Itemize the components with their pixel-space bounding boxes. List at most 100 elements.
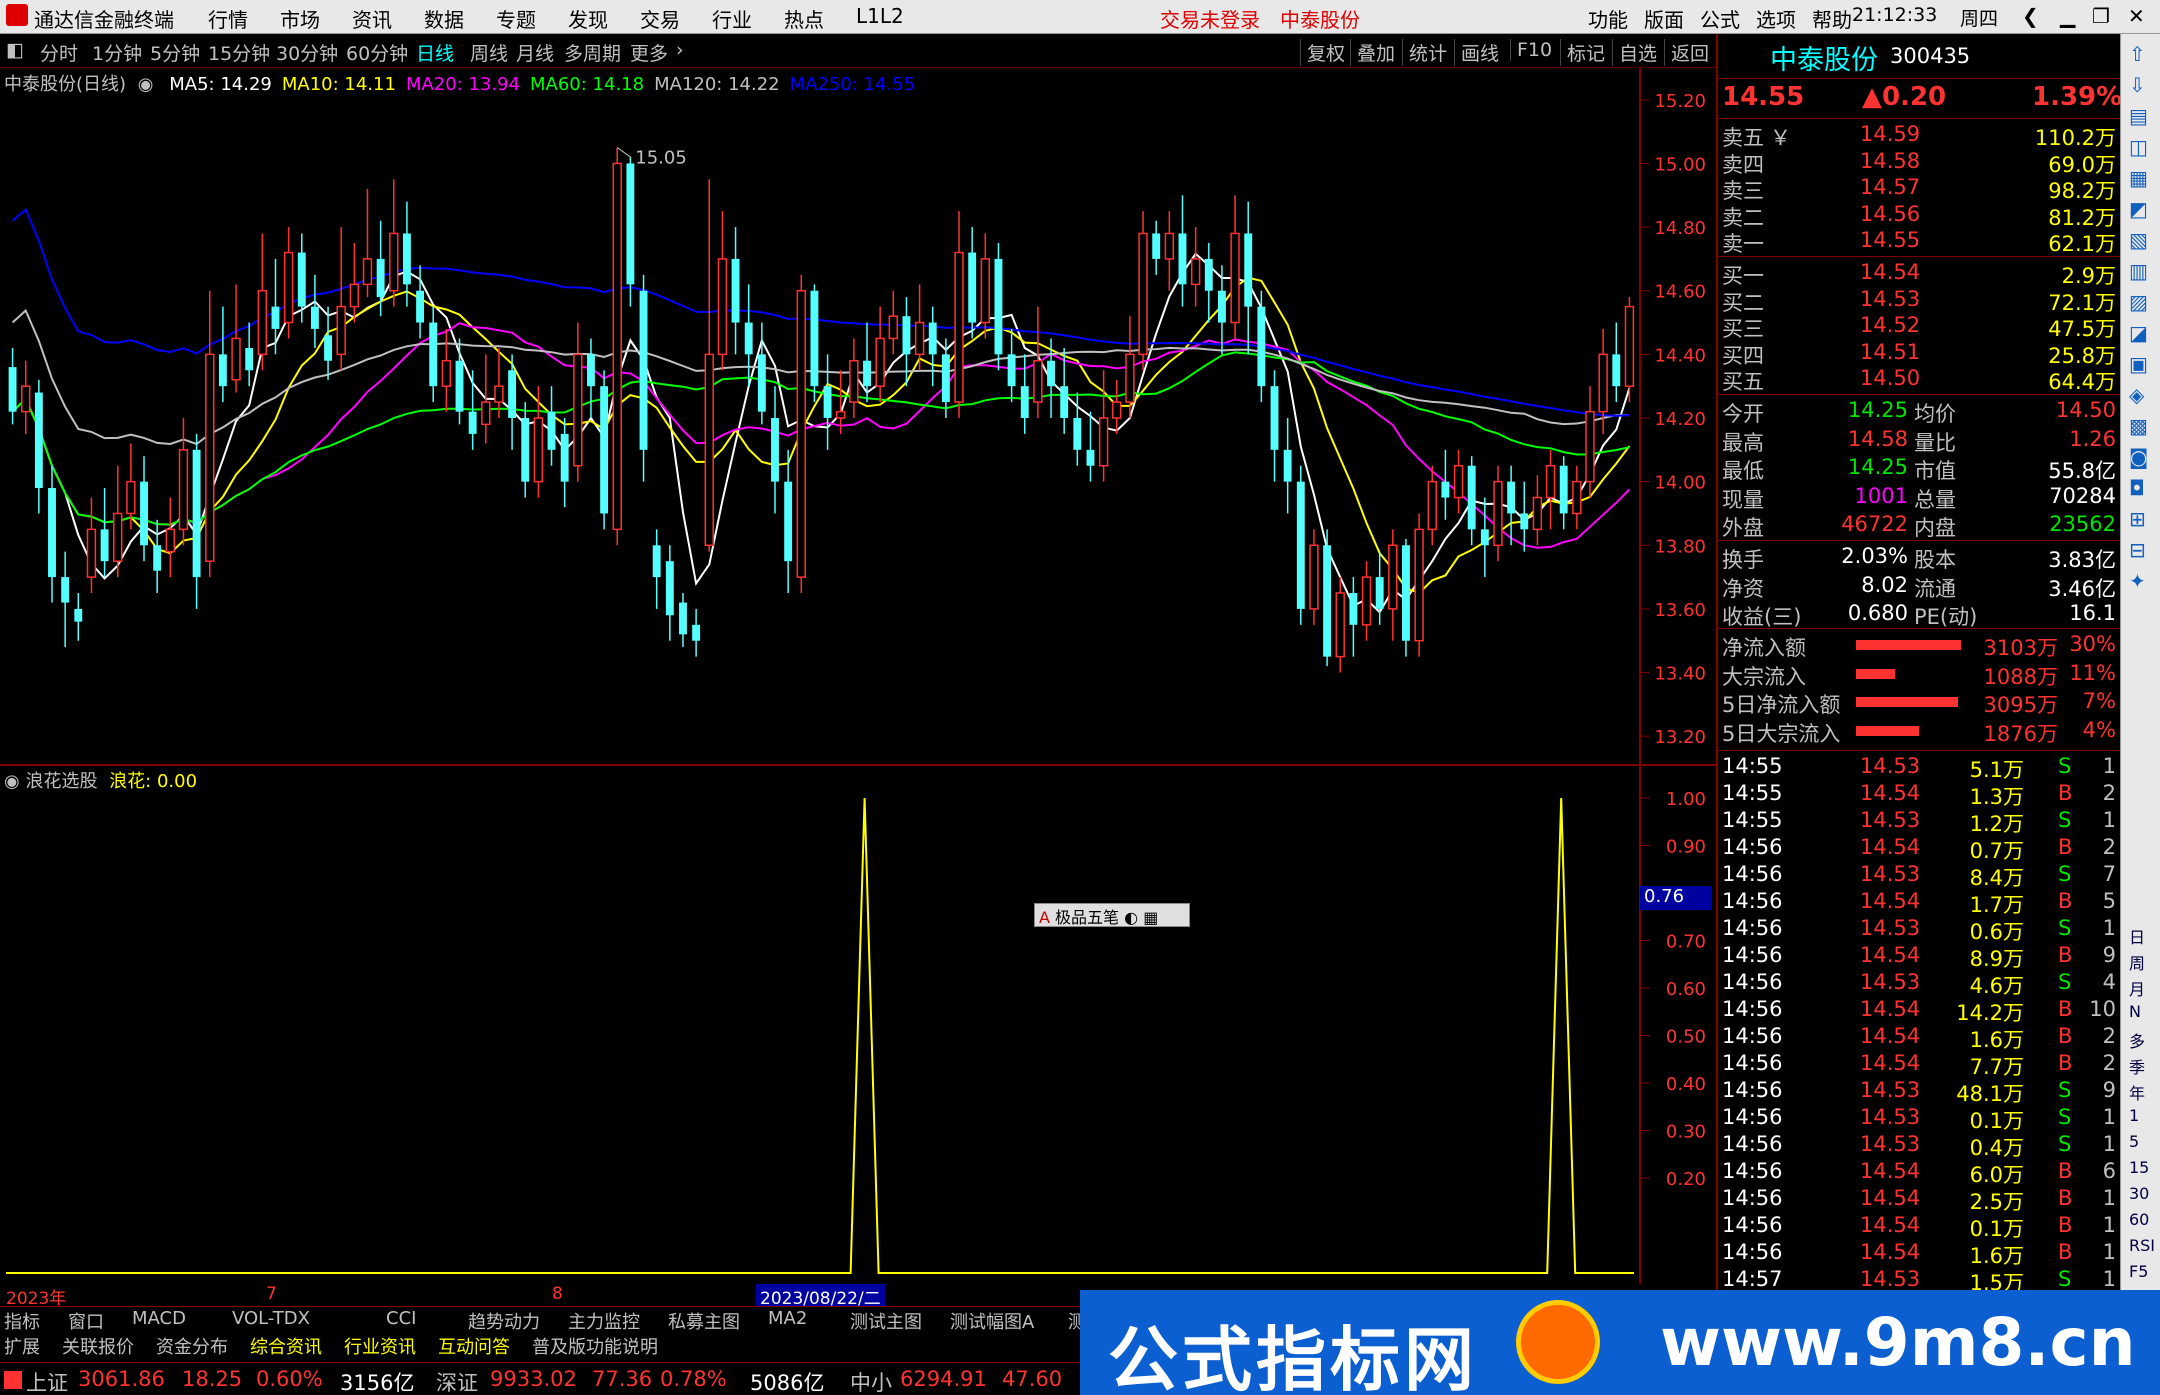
indicator-tab[interactable]: 测试主图 [850,1308,922,1334]
side-tool-icon[interactable]: ▤ [2129,104,2148,128]
menu-item[interactable]: 热点 [784,4,824,33]
side-tool-icon[interactable]: ▦ [2129,166,2148,190]
period-tab[interactable]: 日线 [416,39,454,66]
period-tab[interactable]: 15分钟 [208,39,270,66]
menu-item[interactable]: 资讯 [352,4,392,33]
bid-row[interactable]: 买四 14.51 25.8万 [1718,340,2120,368]
menu-item[interactable]: 数据 [424,4,464,33]
extension-tab[interactable]: 资金分布 [156,1333,228,1359]
period-tab[interactable]: 周线 [470,39,508,66]
close-icon[interactable]: ✕ [2128,4,2145,28]
extension-tab[interactable]: 普及版功能说明 [532,1333,658,1359]
tool-button[interactable]: 画线 [1454,39,1499,66]
period-tab[interactable]: 分时 [40,39,78,66]
side-period-button[interactable]: 多 [2129,1028,2145,1052]
legend-toggle-icon[interactable]: ◉ [138,74,154,95]
side-tool-icon[interactable]: ⇧ [2129,42,2146,66]
ask-row[interactable]: 卖四 14.58 69.0万 [1718,149,2120,177]
menu-right-item[interactable]: 帮助 [1812,4,1852,33]
side-period-button[interactable]: 60 [2129,1210,2149,1229]
tick-row[interactable]: 14:56 14.54 14.2万 B 10 [1718,997,2120,1025]
login-status[interactable]: 交易未登录 [1160,4,1260,33]
ask-row[interactable]: 卖一 14.55 62.1万 [1718,228,2120,256]
tick-row[interactable]: 14:56 14.53 0.4万 S 1 [1718,1132,2120,1160]
side-period-button[interactable]: 季 [2129,1054,2145,1078]
more-chevron-icon[interactable]: › [676,39,684,61]
tool-button[interactable]: 叠加 [1350,39,1395,66]
ask-row[interactable]: 卖二 14.56 81.2万 [1718,202,2120,230]
tool-button[interactable]: F10 [1510,39,1552,61]
sz-label[interactable]: 深证 [436,1367,478,1395]
side-period-button[interactable]: 日 [2129,924,2145,948]
period-tab[interactable]: 月线 [516,39,554,66]
menu-item[interactable]: 发现 [568,4,608,33]
side-period-button[interactable]: 1 [2129,1106,2139,1125]
menu-right-item[interactable]: 选项 [1756,4,1796,33]
side-tool-icon[interactable]: ◈ [2129,383,2144,407]
menu-right-item[interactable]: 功能 [1588,4,1628,33]
zx-label[interactable]: 中小 [850,1367,892,1395]
tick-row[interactable]: 14:55 14.53 5.1万 S 1 [1718,754,2120,782]
ime-moon-icon[interactable]: ◐ [1124,908,1138,927]
side-tool-icon[interactable]: ✦ [2129,569,2146,593]
side-tool-icon[interactable]: ◫ [2129,135,2148,159]
side-period-button[interactable]: 15 [2129,1158,2149,1177]
menu-item[interactable]: L1L2 [856,4,904,28]
extension-tab[interactable]: 关联报价 [62,1333,134,1359]
side-tool-icon[interactable]: ◩ [2129,197,2148,221]
extension-tab[interactable]: 行业资讯 [344,1333,416,1359]
tool-button[interactable]: 统计 [1402,39,1447,66]
tick-row[interactable]: 14:56 14.54 1.6万 B 2 [1718,1024,2120,1052]
tick-row[interactable]: 14:56 14.54 7.7万 B 2 [1718,1051,2120,1079]
indicator-tab[interactable]: 主力监控 [568,1308,640,1334]
tick-row[interactable]: 14:56 14.53 4.6万 S 4 [1718,970,2120,998]
extension-tab[interactable]: 互动问答 [438,1333,510,1359]
menu-item[interactable]: 交易 [640,4,680,33]
candlestick-chart[interactable]: 15.20 15.00 14.80 14.60 14.40 14.20 14.00 13.80… [0,68,1716,1290]
indicator-tab[interactable]: 测试幅图A [950,1308,1034,1334]
bid-row[interactable]: 买五 14.50 64.4万 [1718,366,2120,394]
indicator-tab[interactable]: 趋势动力 [468,1308,540,1334]
tick-row[interactable]: 14:56 14.54 2.5万 B 1 [1718,1186,2120,1214]
tick-row[interactable]: 14:56 14.54 6.0万 B 6 [1718,1159,2120,1187]
ime-toolbar[interactable]: A 极品五笔 ◐ ▦ [1034,903,1190,927]
indicator-toggle-icon[interactable]: ◉ [4,771,20,792]
tick-row[interactable]: 14:56 14.53 48.1万 S 9 [1718,1078,2120,1106]
side-period-button[interactable]: RSI [2129,1236,2155,1255]
bid-row[interactable]: 买二 14.53 72.1万 [1718,287,2120,315]
side-tool-icon[interactable]: ⊞ [2129,507,2146,531]
tick-row[interactable]: 14:56 14.54 1.6万 B 1 [1718,1240,2120,1268]
minimize-icon[interactable]: ▁ [2060,4,2075,28]
ask-row[interactable]: 卖三 14.57 98.2万 [1718,175,2120,203]
indicator-tab[interactable]: CCI [386,1308,416,1329]
side-tool-icon[interactable]: ◙ [2129,445,2148,469]
ime-keyboard-icon[interactable]: ▦ [1143,908,1158,927]
indicator-tab[interactable]: 指标 [4,1308,40,1334]
menu-item[interactable]: 专题 [496,4,536,33]
menu-item[interactable]: 行业 [712,4,752,33]
tick-row[interactable]: 14:56 14.53 0.1万 S 1 [1718,1105,2120,1133]
side-period-button[interactable]: N [2129,1002,2141,1021]
ask-row[interactable]: 卖五 ￥ 14.59 110.2万 [1718,122,2120,150]
side-tool-icon[interactable]: ▩ [2129,414,2148,438]
side-period-button[interactable]: F5 [2129,1262,2148,1281]
side-tool-icon[interactable]: ⇩ [2129,73,2146,97]
tool-button[interactable]: 标记 [1560,39,1605,66]
tick-row[interactable]: 14:55 14.54 1.3万 B 2 [1718,781,2120,809]
side-tool-icon[interactable]: ▨ [2129,290,2148,314]
indicator-tab[interactable]: MA2 [768,1308,807,1329]
tick-row[interactable]: 14:56 14.54 8.9万 B 9 [1718,943,2120,971]
menu-right-item[interactable]: 公式 [1700,4,1740,33]
period-tab[interactable]: 60分钟 [346,39,408,66]
tick-row[interactable]: 14:56 14.53 8.4万 S 7 [1718,862,2120,890]
period-tab[interactable]: 5分钟 [150,39,200,66]
tool-button[interactable]: 返回 [1664,39,1709,66]
panel-toggle-icon[interactable]: ◧ [6,39,24,61]
bid-row[interactable]: 买三 14.52 47.5万 [1718,313,2120,341]
tool-button[interactable]: 复权 [1300,39,1345,66]
side-period-button[interactable]: 周 [2129,950,2145,974]
side-period-button[interactable]: 5 [2129,1132,2139,1151]
chart-area[interactable]: 15.20 15.00 14.80 14.60 14.40 14.20 14.00 13.80… [0,68,1716,1309]
period-tab[interactable]: 更多 [630,39,668,66]
side-tool-icon[interactable]: ▣ [2129,352,2148,376]
